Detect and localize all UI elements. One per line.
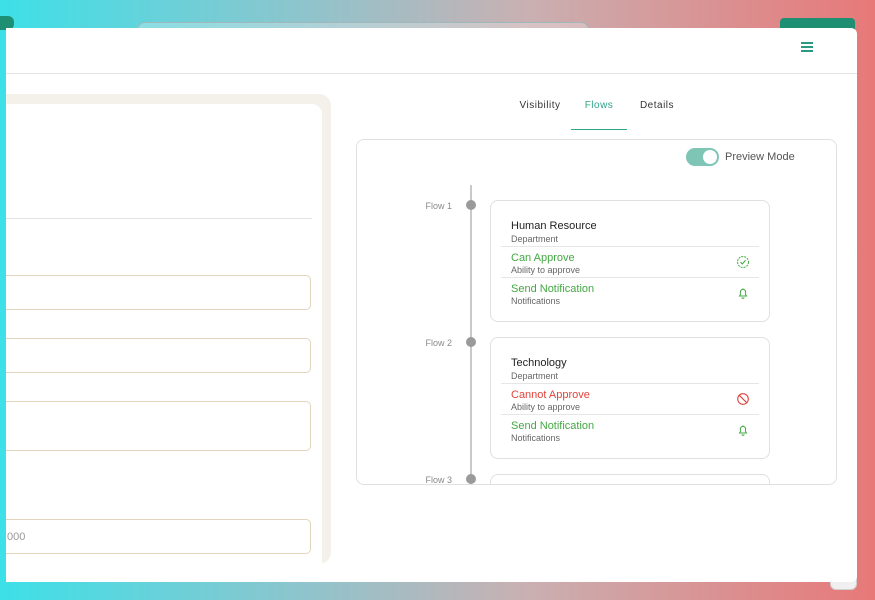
flow-2-notification-subtitle: Notifications — [511, 433, 561, 443]
preview-mode-toggle[interactable] — [686, 148, 719, 166]
flow-label-1: Flow 1 — [425, 201, 452, 211]
flow-1-notification-subtitle: Notifications — [511, 296, 561, 306]
tab-visibility[interactable]: Visibility — [516, 94, 564, 130]
flow-2-permission-row: Cannot Approve Ability to approve — [501, 383, 759, 414]
flow-2-permission-subtitle: Ability to approve — [511, 402, 581, 412]
form-field-4[interactable] — [6, 519, 311, 554]
flow-2-subtitle: Department — [511, 371, 559, 381]
flow-1-subtitle: Department — [511, 234, 559, 244]
tab-flows[interactable]: Flows — [571, 94, 627, 130]
form-field-2[interactable] — [6, 338, 311, 373]
flow-2-title: Technology — [511, 357, 567, 369]
timeline-dot-flow-1 — [466, 200, 476, 210]
flow-1-permission-title: Can Approve — [511, 252, 575, 264]
flow-1-notification-row: Send Notification Notifications — [501, 277, 759, 308]
bell-icon — [738, 425, 748, 436]
flow-label-2: Flow 2 — [425, 338, 452, 348]
flow-card-3[interactable] — [490, 474, 770, 484]
form-field-1[interactable] — [6, 275, 311, 310]
flow-2-notification-row: Send Notification Notifications — [501, 414, 759, 445]
flow-card-2[interactable]: Technology Department Cannot Approve Abi… — [490, 337, 770, 459]
flow-settings-modal: Visibility Flows Details Preview Mode Fl… — [6, 28, 857, 582]
check-circle-icon — [737, 256, 749, 268]
timeline-dot-flow-2 — [466, 337, 476, 347]
flows-panel: Preview Mode Flow 1 Human Resource Depar… — [356, 139, 837, 485]
tab-details[interactable]: Details — [634, 94, 680, 130]
timeline-line — [470, 185, 472, 484]
preview-mode-label: Preview Mode — [725, 151, 795, 163]
bell-icon — [738, 288, 748, 299]
modal-header — [6, 28, 857, 74]
flow-label-3: Flow 3 — [425, 475, 452, 485]
flow-1-permission-row: Can Approve Ability to approve — [501, 246, 759, 277]
form-card — [6, 104, 322, 574]
form-divider — [6, 218, 312, 219]
form-field-3[interactable] — [6, 401, 311, 451]
form-panel — [6, 94, 331, 574]
flow-2-notification-title: Send Notification — [511, 420, 595, 432]
prohibited-icon — [737, 393, 749, 405]
flow-1-permission-subtitle: Ability to approve — [511, 265, 581, 275]
flow-1-notification-title: Send Notification — [511, 283, 595, 295]
flow-card-1[interactable]: Human Resource Department Can Approve Ab… — [490, 200, 770, 322]
timeline-dot-flow-3 — [466, 474, 476, 484]
hamburger-menu-icon[interactable] — [801, 42, 815, 54]
flow-1-title: Human Resource — [511, 220, 597, 232]
flow-2-permission-title: Cannot Approve — [511, 389, 590, 401]
